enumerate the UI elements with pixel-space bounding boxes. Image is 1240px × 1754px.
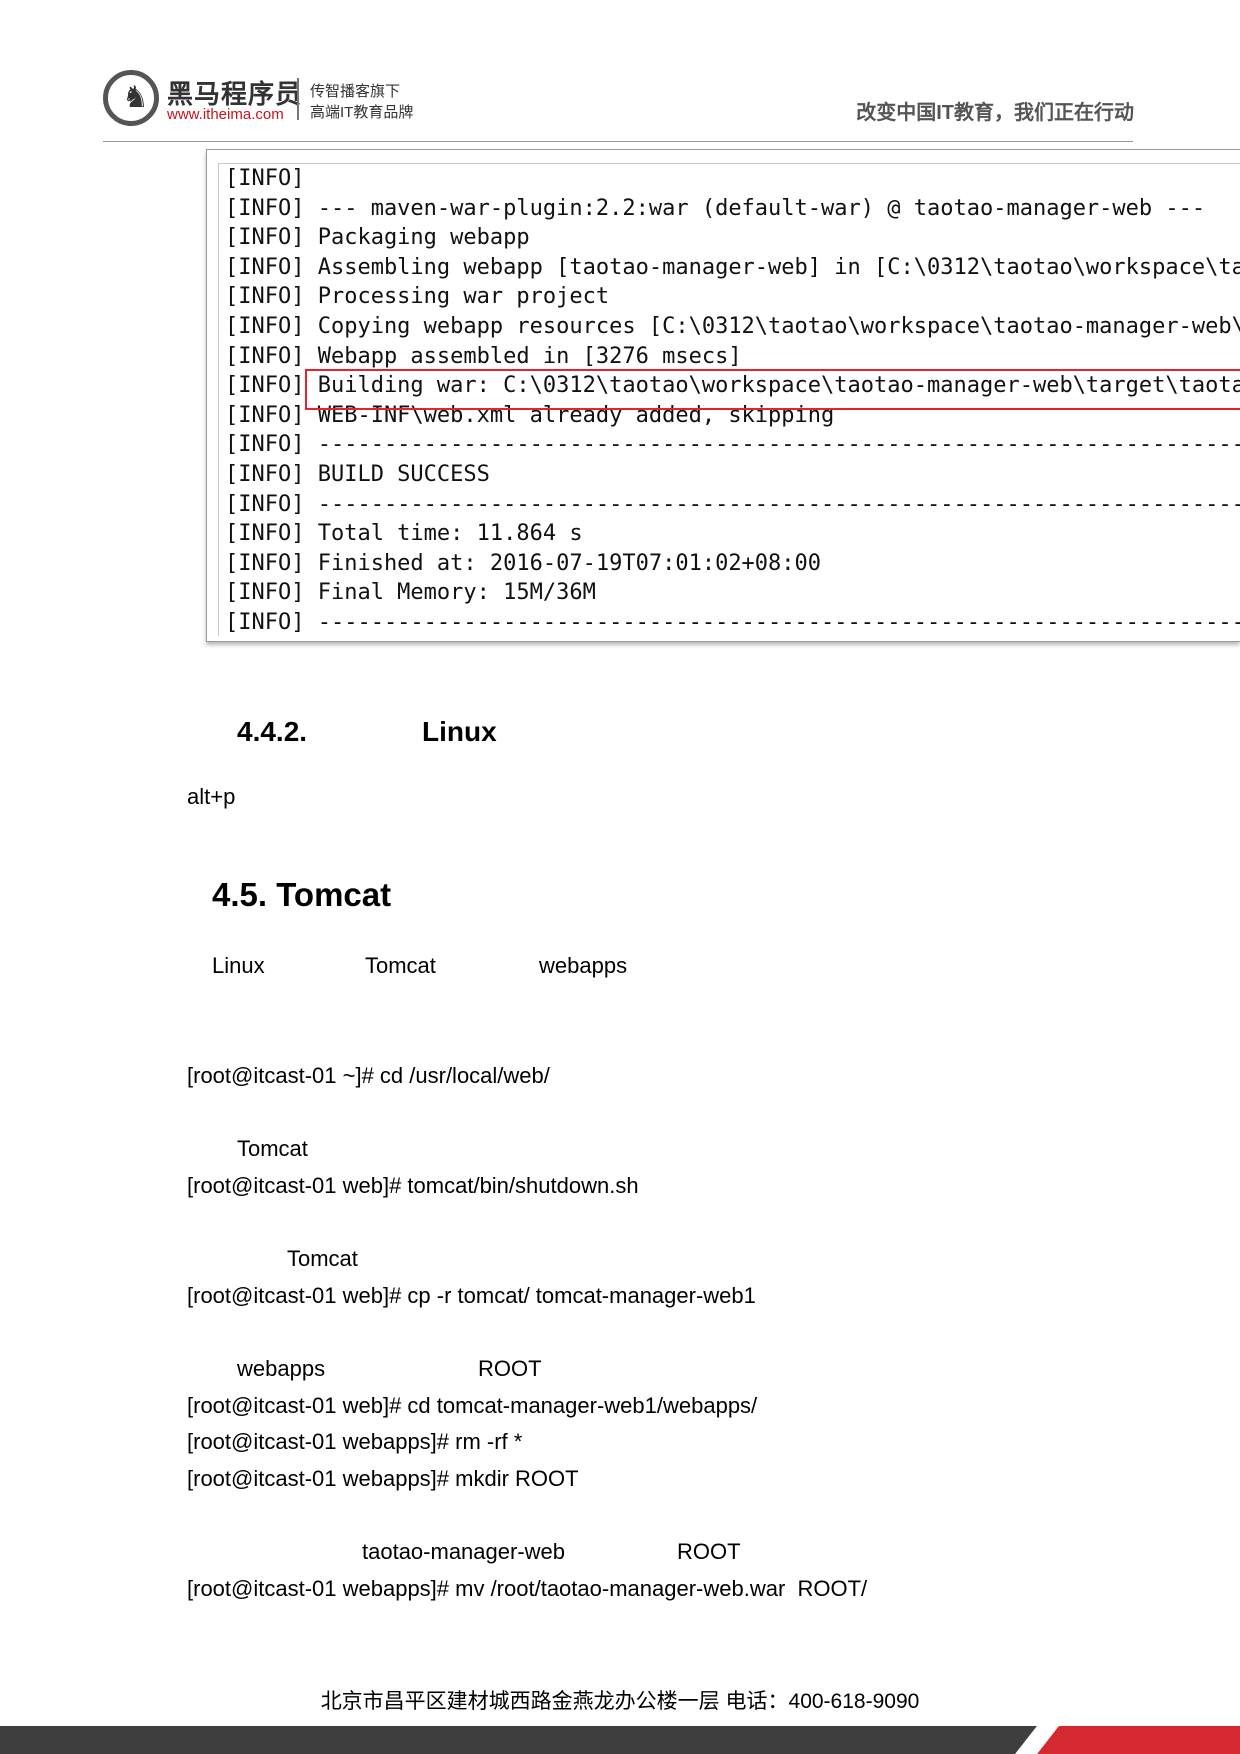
command-line: [root@itcast-01 webapps]# mkdir ROOT <box>187 1466 579 1491</box>
console-line: [INFO] Final Memory: 15M/36M <box>225 580 596 606</box>
logo-tagline-1: 传智播客旗下 <box>310 83 401 100</box>
logo-url: www.itheima.com <box>167 106 284 123</box>
note-text: Tomcat <box>237 1136 308 1161</box>
console-line: [INFO] Finished at: 2016-07-19T07:01:02+… <box>225 550 822 576</box>
intro-word: Linux <box>212 953 265 978</box>
section-number: 4.4.2. <box>237 716 308 747</box>
command-line: [root@itcast-01 web]# cp -r tomcat/ tomc… <box>187 1283 756 1308</box>
console-line: [INFO] <box>225 166 305 191</box>
note-text: taotao-manager-web <box>362 1539 566 1564</box>
section-heading-4-5: 4.5. Tomcat <box>212 876 392 913</box>
footer-accent-red <box>1037 1726 1240 1754</box>
command-line: [root@itcast-01 webapps]# rm -rf * <box>187 1429 523 1454</box>
command-line: [root@itcast-01 web]# cd tomcat-manager-… <box>187 1393 758 1418</box>
logo-divider <box>297 78 299 120</box>
note-text: ROOT <box>478 1356 542 1381</box>
intro-word: webapps <box>539 953 628 978</box>
header-slogan: 改变中国IT教育，我们正在行动 <box>856 102 1134 124</box>
console-line: [INFO] Webapp assembled in [3276 msecs] <box>225 343 742 369</box>
horse-logo-icon: ♞ <box>103 70 159 126</box>
footer-address: 北京市昌平区建材城西路金燕龙办公楼一层 电话：400-618-9090 <box>320 1690 920 1713</box>
command-line: [root@itcast-01 ~]# cd /usr/local/web/ <box>187 1063 550 1088</box>
command-line: [root@itcast-01 web]# tomcat/bin/shutdow… <box>187 1173 639 1198</box>
note-text: webapps <box>237 1356 326 1381</box>
section-heading-4-4-2: 4.4.2. Linux <box>237 716 537 756</box>
console-line: [INFO] BUILD SUCCESS <box>225 461 490 487</box>
console-line: [INFO] ---------------------------------… <box>225 432 1240 458</box>
console-line: [INFO] Packaging webapp <box>225 225 530 251</box>
console-line: [INFO] --- maven-war-plugin:2.2:war (def… <box>225 195 1206 221</box>
header-divider <box>103 141 1133 142</box>
logo: ♞ 黑马程序员 www.itheima.com 传智播客旗下 高端IT教育品牌 <box>103 68 443 130</box>
intro-word: Tomcat <box>365 953 436 978</box>
console-line: [INFO] Copying webapp resources [C:\0312… <box>225 313 1240 339</box>
note-text: ROOT <box>677 1539 741 1564</box>
console-line: [INFO] Total time: 11.864 s <box>225 521 583 547</box>
section-title: Linux <box>422 716 497 747</box>
console-line: [INFO] Processing war project <box>225 284 610 310</box>
text-alt-p: alt+p <box>187 784 236 809</box>
console-line: [INFO] ---------------------------------… <box>225 491 1240 517</box>
note-text: Tomcat <box>287 1246 358 1271</box>
console-line: [INFO] ---------------------------------… <box>225 609 1240 635</box>
command-line: [root@itcast-01 webapps]# mv /root/taota… <box>187 1576 868 1601</box>
logo-tagline-2: 高端IT教育品牌 <box>310 104 414 121</box>
console-line: [INFO] Assembling webapp [taotao-manager… <box>225 254 1240 280</box>
highlight-box <box>305 369 1240 410</box>
